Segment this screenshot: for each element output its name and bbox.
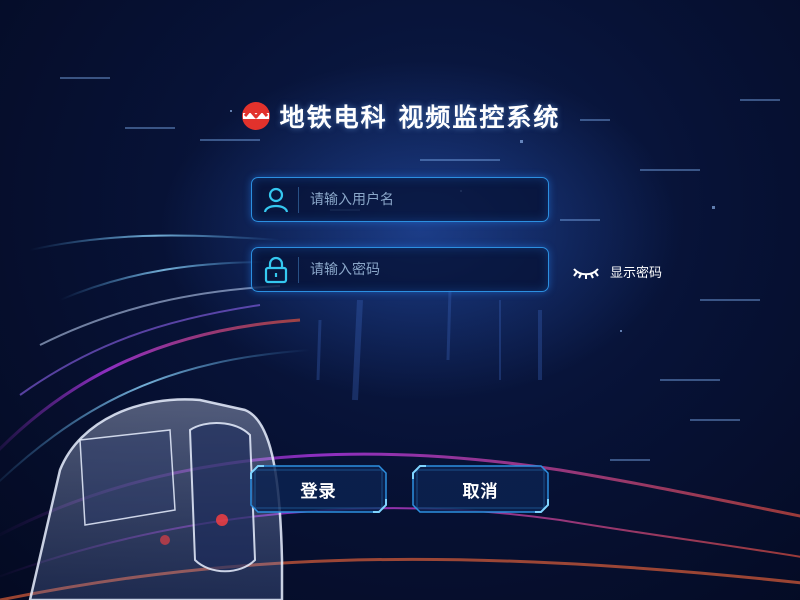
header: 地铁电科 视频监控系统 — [0, 96, 800, 136]
user-icon — [263, 187, 289, 213]
login-button[interactable]: 登录 — [250, 465, 387, 513]
page-title: 地铁电科 视频监控系统 — [279, 103, 561, 132]
password-field[interactable] — [251, 247, 549, 292]
background-art — [0, 60, 800, 600]
cancel-button[interactable]: 取消 — [412, 465, 549, 513]
show-password-toggle[interactable]: 显示密码 — [572, 260, 662, 282]
lock-icon — [264, 256, 288, 284]
background — [0, 0, 800, 600]
show-password-label: 显示密码 — [610, 265, 663, 281]
login-button-label: 登录 — [300, 481, 337, 502]
field-divider — [298, 187, 299, 213]
train-illustration — [28, 398, 284, 600]
field-divider — [298, 257, 299, 283]
cancel-button-label: 取消 — [462, 481, 499, 502]
password-input[interactable] — [310, 248, 540, 291]
metro-logo-icon — [241, 102, 270, 130]
username-input[interactable] — [310, 178, 540, 221]
eye-closed-icon — [573, 268, 599, 279]
username-field[interactable] — [251, 177, 549, 222]
